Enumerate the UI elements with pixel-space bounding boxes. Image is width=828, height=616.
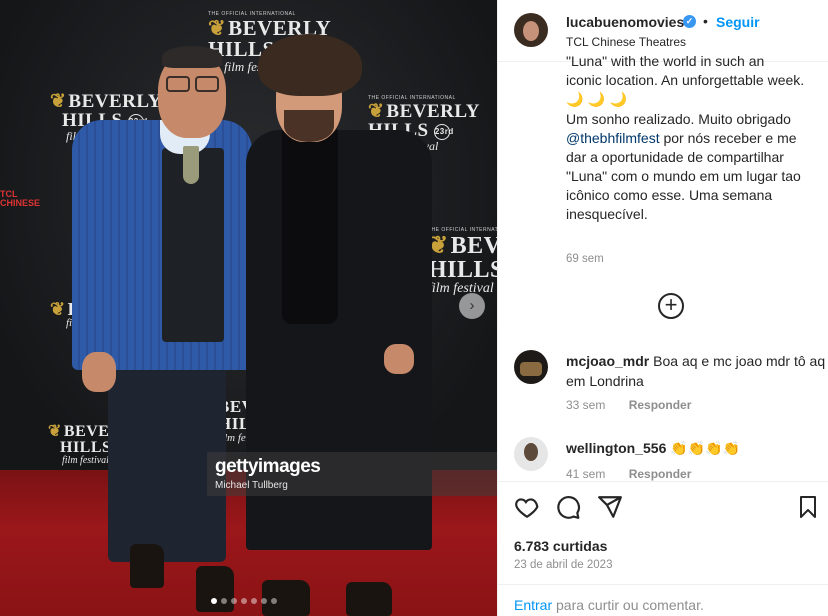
bookmark-icon[interactable] <box>796 494 820 520</box>
moon-emojis: 🌙 🌙 🌙 <box>566 92 628 108</box>
carousel-dot <box>241 598 247 604</box>
caption-clipped-line: "Luna" with the world in such an <box>566 53 765 69</box>
likes-count[interactable]: 6.783 curtidas <box>514 538 607 554</box>
getty-watermark: gettyimages Michael Tullberg <box>207 452 497 496</box>
caption-portuguese: Um sonho realizado. Muito obrigado <box>566 111 791 127</box>
commenter-username[interactable]: wellington_556 <box>566 440 666 456</box>
post-actions <box>498 481 828 531</box>
post-date: 23 de abril de 2023 <box>514 559 613 571</box>
share-icon[interactable] <box>597 494 623 520</box>
carousel-indicator <box>211 598 277 604</box>
commenter-username[interactable]: mcjoao_mdr <box>566 353 649 369</box>
reply-button[interactable]: Responder <box>629 467 692 481</box>
heart-icon[interactable] <box>514 494 540 520</box>
post-photo[interactable]: THE OFFICIAL INTERNATIONAL ❦BEVERLY HILL… <box>0 0 497 616</box>
comment-time[interactable]: 41 sem <box>566 467 605 481</box>
plus-circle-icon: + <box>664 292 678 317</box>
carousel-dot <box>261 598 267 604</box>
chevron-right-icon: › <box>469 297 475 314</box>
avatar[interactable] <box>514 13 548 47</box>
caption-english: iconic location. An unforgettable week. <box>566 72 805 88</box>
verified-badge-icon: ✓ <box>683 15 696 28</box>
festival-logo: THE OFFICIAL INTERNATIONAL ❦BEVERLY HILL… <box>428 227 497 296</box>
reply-button[interactable]: Responder <box>629 398 692 412</box>
carousel-dot <box>271 598 277 604</box>
next-photo-button[interactable]: › <box>459 293 485 319</box>
login-link[interactable]: Entrar <box>514 597 552 613</box>
mention-link[interactable]: @thebhfilmfest <box>566 130 660 146</box>
load-more-comments-button[interactable]: + <box>658 293 684 319</box>
post-details-panel: lucabuenomovies ✓ • Seguir TCL Chinese T… <box>497 0 828 616</box>
comment-text: mcjoao_mdr Boa aq e mc joao mdr tô aq em… <box>566 351 826 391</box>
comment-meta: 33 sem Responder <box>566 398 691 412</box>
comment-time[interactable]: 33 sem <box>566 398 605 412</box>
carousel-dot <box>221 598 227 604</box>
separator-dot: • <box>703 13 708 29</box>
post-caption: "Luna" with the world in such an iconic … <box>566 53 816 224</box>
tcl-logo: TCL CHINESE <box>0 189 41 208</box>
comment-text: wellington_556 👏👏👏👏 <box>566 438 826 459</box>
location-link[interactable]: TCL Chinese Theatres <box>566 35 686 49</box>
comment-meta: 41 sem Responder <box>566 467 691 481</box>
username-link[interactable]: lucabuenomovies <box>566 14 684 30</box>
commenter-avatar[interactable] <box>514 437 548 471</box>
follow-button[interactable]: Seguir <box>716 14 760 30</box>
comment-icon[interactable] <box>555 494 581 520</box>
login-prompt: Entrar para curtir ou comentar. <box>498 584 828 616</box>
carousel-dot <box>231 598 237 604</box>
login-prompt-text: para curtir ou comentar. <box>552 597 704 613</box>
caption-timestamp[interactable]: 69 sem <box>566 253 604 265</box>
carousel-dot <box>251 598 257 604</box>
comment-body: 👏👏👏👏 <box>670 441 740 457</box>
commenter-avatar[interactable] <box>514 350 548 384</box>
carousel-dot <box>211 598 217 604</box>
